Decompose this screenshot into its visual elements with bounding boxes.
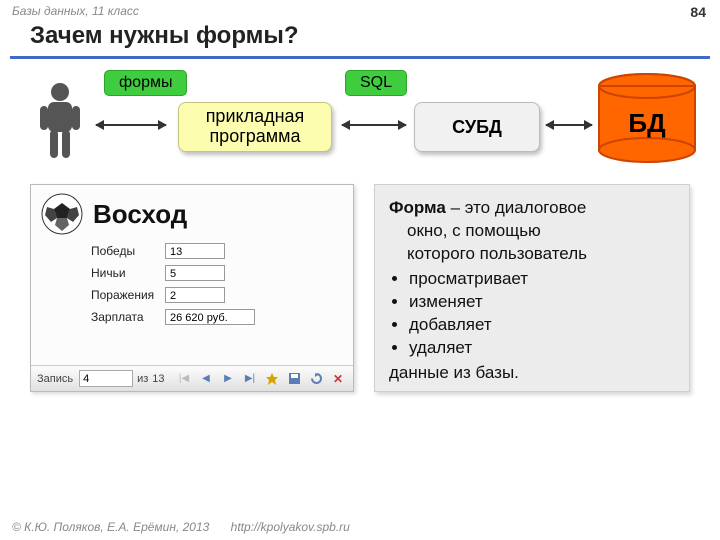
definition-text-2: окно, с помощью — [389, 220, 675, 243]
footer-url: http://kpolyakov.spb.ru — [231, 520, 350, 534]
form-fields: Победы 13 Ничьи 5 Поражения 2 Зарплата 2… — [31, 241, 353, 325]
copyright: © К.Ю. Поляков, Е.А. Ерёмин, 2013 — [12, 520, 209, 534]
form-header: Восход — [31, 185, 353, 241]
record-navigator: Запись из 13 |◀ ◀ ▶ ▶| ✕ — [31, 365, 353, 391]
sql-tag: SQL — [345, 70, 407, 96]
database-label: БД — [596, 108, 698, 139]
record-label: Запись — [37, 373, 73, 385]
definition-panel: Форма – это диалоговое окно, с помощью к… — [374, 184, 690, 392]
last-record-icon[interactable]: ▶| — [241, 370, 259, 388]
current-record-field[interactable] — [79, 370, 133, 387]
soccer-ball-icon — [41, 193, 83, 235]
form-row: Победы 13 — [91, 243, 343, 259]
total-records: 13 — [152, 373, 164, 385]
forms-tag: формы — [104, 70, 187, 96]
app-label-line2: программа — [209, 127, 300, 147]
save-record-icon[interactable] — [285, 370, 303, 388]
form-title: Восход — [93, 199, 187, 230]
definition-bullets: просматривает изменяет добавляет удаляет — [389, 268, 675, 360]
bullet-add: добавляет — [409, 314, 675, 337]
field-label: Поражения — [91, 288, 165, 302]
title-underline — [10, 56, 710, 59]
form-row: Поражения 2 — [91, 287, 343, 303]
form-row: Зарплата 26 620 руб. — [91, 309, 343, 325]
page-number: 84 — [690, 4, 706, 20]
draws-field[interactable]: 5 — [165, 265, 225, 281]
definition-outro: данные из базы. — [389, 362, 675, 385]
first-record-icon[interactable]: |◀ — [175, 370, 193, 388]
prev-record-icon[interactable]: ◀ — [197, 370, 215, 388]
arrow-dbms-db — [546, 124, 592, 126]
example-form-window: Восход Победы 13 Ничьи 5 Поражения 2 Зар… — [30, 184, 354, 392]
footer: © К.Ю. Поляков, Е.А. Ерёмин, 2013 http:/… — [12, 520, 350, 534]
course-header: Базы данных, 11 класс — [12, 4, 139, 18]
definition-term: Форма — [389, 198, 446, 217]
field-label: Зарплата — [91, 310, 165, 324]
architecture-diagram: формы SQL прикладная программа СУБД БД — [30, 66, 700, 176]
salary-field[interactable]: 26 620 руб. — [165, 309, 255, 325]
page-title: Зачем нужны формы? — [30, 22, 299, 50]
arrow-user-app — [96, 124, 166, 126]
application-box: прикладная программа — [178, 102, 332, 152]
losses-field[interactable]: 2 — [165, 287, 225, 303]
app-label-line1: прикладная — [206, 107, 305, 127]
form-row: Ничьи 5 — [91, 265, 343, 281]
field-label: Ничьи — [91, 266, 165, 280]
wins-field[interactable]: 13 — [165, 243, 225, 259]
refresh-icon[interactable] — [307, 370, 325, 388]
definition-intro: Форма – это диалоговое окно, с помощью к… — [389, 197, 675, 266]
arrow-app-dbms — [342, 124, 406, 126]
next-record-icon[interactable]: ▶ — [219, 370, 237, 388]
bullet-view: просматривает — [409, 268, 675, 291]
definition-text-1: – это диалоговое — [446, 198, 586, 217]
field-label: Победы — [91, 244, 165, 258]
dbms-box: СУБД — [414, 102, 540, 152]
definition-text-3: которого пользователь — [389, 243, 675, 266]
delete-record-icon[interactable]: ✕ — [329, 370, 347, 388]
user-icon — [36, 82, 84, 160]
of-label: из — [137, 373, 148, 385]
bullet-delete: удаляет — [409, 337, 675, 360]
new-record-icon[interactable] — [263, 370, 281, 388]
bullet-edit: изменяет — [409, 291, 675, 314]
